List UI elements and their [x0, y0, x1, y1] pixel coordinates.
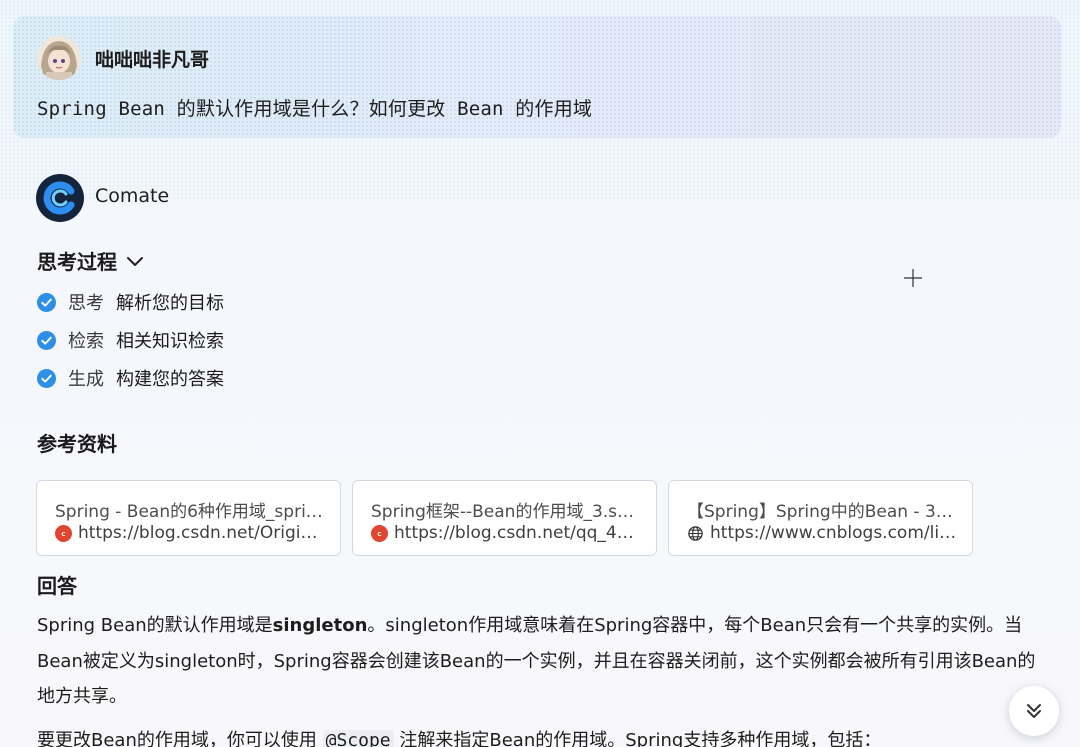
crosshair-cursor-icon — [904, 269, 922, 287]
double-chevron-down-icon — [1027, 704, 1041, 718]
answer-text: 要更改Bean的作用域，你可以使用 — [37, 730, 317, 747]
user-question-card: 咄咄咄非凡哥 Spring Bean 的默认作用域是什么？如何更改 Bean 的… — [13, 16, 1061, 138]
thinking-step: 生成 构建您的答案 — [37, 365, 224, 391]
answer-text: 注解来指定Bean的作用域。Spring支持多种作用域，包括： — [399, 730, 882, 747]
globe-icon — [688, 525, 703, 541]
bot-name: Comate — [95, 185, 170, 207]
scroll-to-bottom-button[interactable] — [1009, 686, 1059, 736]
reference-title: 【Spring】Spring中的Bean - 3. 作用域 — [687, 502, 957, 522]
reference-source: C https://blog.csdn.net/qq_42447359/arti… — [371, 523, 641, 543]
answer-text: Spring Bean的默认作用域是 — [37, 615, 273, 636]
comate-logo-icon — [36, 174, 84, 222]
reference-source: https://www.cnblogs.com/liuyiyuan/p — [687, 523, 957, 543]
step-kind: 检索 — [68, 331, 104, 352]
answer-paragraph: Spring Bean的默认作用域是singleton。singleton作用域… — [37, 608, 1047, 715]
answer-section: 回答 — [37, 570, 79, 599]
step-kind: 生成 — [68, 369, 104, 390]
svg-text:C: C — [61, 531, 65, 537]
reference-title: Spring框架--Bean的作用域_3.spring bean — [371, 502, 641, 522]
thinking-step: 检索 相关知识检索 — [37, 327, 224, 353]
reference-url[interactable]: https://blog.csdn.net/OriginalCopy/artic… — [78, 523, 325, 543]
step-detail: 构建您的答案 — [116, 369, 224, 390]
inline-code: @Scope — [322, 730, 394, 747]
user-avatar[interactable] — [37, 36, 81, 80]
check-circle-icon — [37, 330, 56, 350]
csdn-icon: C — [371, 524, 388, 542]
check-circle-icon — [37, 368, 56, 388]
username: 咄咄咄非凡哥 — [95, 49, 210, 71]
svg-text:C: C — [377, 531, 381, 537]
thinking-toggle[interactable]: 思考过程 — [37, 246, 145, 275]
reference-card[interactable]: Spring框架--Bean的作用域_3.spring bean C https… — [352, 480, 657, 556]
answer-emphasis: singleton — [272, 615, 368, 636]
reference-card[interactable]: Spring - Bean的6种作用域_spring bean作用域 C htt… — [36, 480, 341, 556]
chevron-down-icon[interactable] — [125, 251, 145, 271]
question-text: Spring Bean 的默认作用域是什么？如何更改 Bean 的作用域 — [37, 98, 593, 120]
chat-page: 咄咄咄非凡哥 Spring Bean 的默认作用域是什么？如何更改 Bean 的… — [0, 0, 1080, 747]
reference-source: C https://blog.csdn.net/OriginalCopy/art… — [55, 523, 325, 543]
references-section: 参考资料 — [37, 428, 119, 457]
check-circle-icon — [37, 292, 56, 312]
thinking-step: 思考 解析您的目标 — [37, 289, 224, 315]
step-detail: 相关知识检索 — [116, 331, 224, 352]
references-heading: 参考资料 — [37, 428, 119, 457]
answer-heading: 回答 — [37, 570, 79, 599]
thinking-heading: 思考过程 — [37, 246, 119, 275]
answer-paragraph: 要更改Bean的作用域，你可以使用 @Scope 注解来指定Bean的作用域。S… — [37, 723, 1047, 747]
step-kind: 思考 — [68, 293, 104, 314]
reference-card[interactable]: 【Spring】Spring中的Bean - 3. 作用域 https://ww… — [668, 480, 973, 556]
reference-url[interactable]: https://blog.csdn.net/qq_42447359/articl… — [394, 523, 641, 543]
reference-url[interactable]: https://www.cnblogs.com/liuyiyuan/p — [710, 523, 957, 543]
reference-title: Spring - Bean的6种作用域_spring bean作用域 — [55, 502, 325, 522]
csdn-icon: C — [55, 524, 72, 542]
step-detail: 解析您的目标 — [116, 293, 224, 314]
